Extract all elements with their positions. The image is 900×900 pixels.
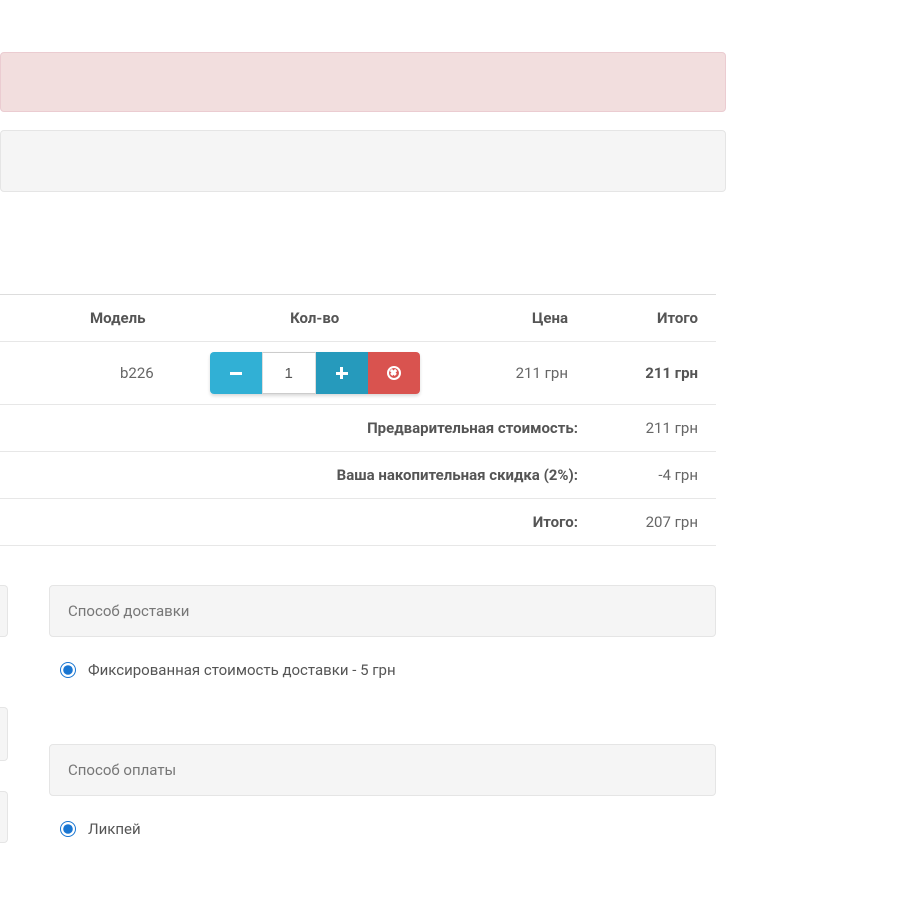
qty-input[interactable] xyxy=(262,352,316,394)
quantity-stepper xyxy=(210,352,420,394)
shipping-radio[interactable] xyxy=(60,662,76,678)
summary-subtotal: Предварительная стоимость: 211 грн xyxy=(0,405,716,452)
header-model: Модель xyxy=(0,295,183,342)
plus-icon xyxy=(336,367,348,379)
item-total: 211 грн xyxy=(586,342,716,405)
summary-discount: Ваша накопительная скидка (2%): -4 грн xyxy=(0,452,716,499)
discount-label: Ваша накопительная скидка (2%): xyxy=(0,452,586,499)
shipping-panel-header[interactable]: Способ доставки xyxy=(49,585,716,637)
table-row: b226 xyxy=(0,342,716,405)
close-circle-icon xyxy=(387,366,401,380)
shipping-option[interactable]: Фиксированная стоимость доставки - 5 грн xyxy=(60,661,900,679)
subtotal-label: Предварительная стоимость: xyxy=(0,405,586,452)
panel-collapsed xyxy=(0,130,726,192)
total-label: Итого: xyxy=(0,499,586,546)
discount-value: -4 грн xyxy=(586,452,716,499)
header-price: Цена xyxy=(446,295,586,342)
subtotal-value: 211 грн xyxy=(586,405,716,452)
summary-total: Итого: 207 грн xyxy=(0,499,716,546)
minus-icon xyxy=(230,372,242,375)
payment-panel-header[interactable]: Способ оплаты xyxy=(49,744,716,796)
header-total: Итого xyxy=(586,295,716,342)
table-header-row: Модель Кол-во Цена Итого xyxy=(0,295,716,342)
payment-option[interactable]: Ликпей xyxy=(60,820,900,838)
alert-banner xyxy=(0,52,726,112)
payment-title: Способ оплаты xyxy=(68,761,176,779)
qty-plus-button[interactable] xyxy=(316,352,368,394)
cart-table: Модель Кол-во Цена Итого b226 xyxy=(0,294,716,546)
payment-radio[interactable] xyxy=(60,821,76,837)
payment-option-label: Ликпей xyxy=(88,820,141,838)
qty-minus-button[interactable] xyxy=(210,352,262,394)
total-value: 207 грн xyxy=(586,499,716,546)
header-qty: Кол-во xyxy=(183,295,446,342)
item-model: b226 xyxy=(0,342,183,405)
shipping-title: Способ доставки xyxy=(68,602,189,620)
item-price: 211 грн xyxy=(446,342,586,405)
remove-item-button[interactable] xyxy=(368,352,420,394)
shipping-option-label: Фиксированная стоимость доставки - 5 грн xyxy=(88,661,396,679)
